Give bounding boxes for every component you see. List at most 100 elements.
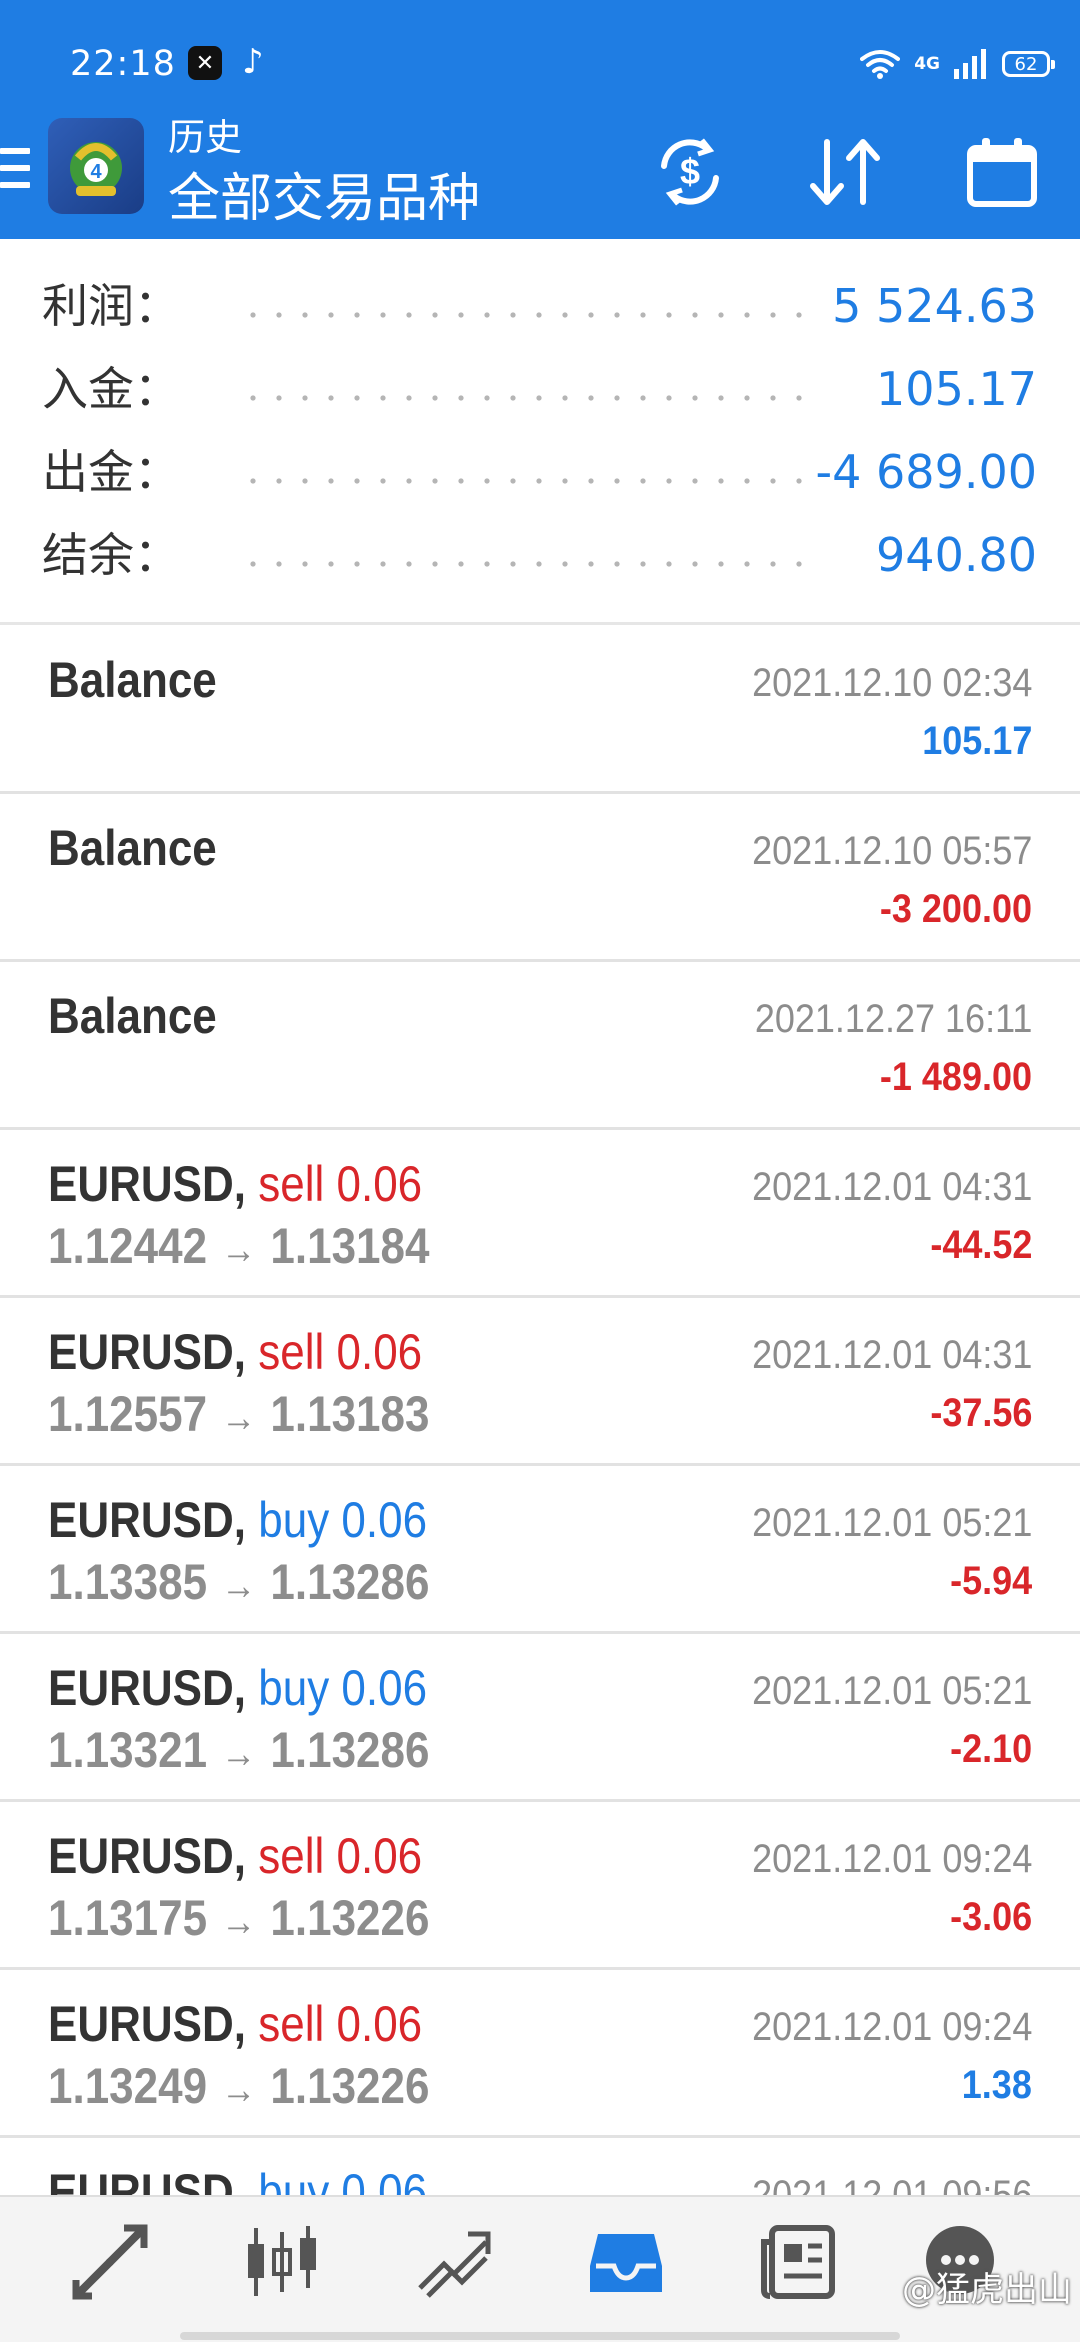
tiktok-notification-icon: ♪ (242, 42, 264, 82)
row-time: 2021.12.10 02:34 (751, 661, 1032, 705)
history-row[interactable]: Balance 2021.12.27 16:11 -1 489.00 (0, 961, 1080, 1130)
row-time: 2021.12.01 05:21 (751, 1669, 1032, 1713)
history-row[interactable]: Balance 2021.12.10 05:57 -3 200.00 (0, 793, 1080, 962)
gesture-bar (180, 2332, 900, 2340)
row-symbol: EURUSD, sell 0.06 (48, 1995, 422, 2053)
history-row[interactable]: EURUSD, sell 0.06 1.13175 → 1.13226 2021.1… (0, 1801, 1080, 1970)
row-price-close: 1.13286 (270, 1554, 430, 1610)
row-symbol: Balance (48, 652, 217, 708)
row-symbol: EURUSD, buy 0.06 (48, 1491, 427, 1549)
row-price-close: 1.13226 (270, 2058, 430, 2114)
row-profit: -3 200.00 (879, 887, 1032, 931)
summary-row-deposit: 入金： 105.17 (0, 354, 1080, 437)
news-icon[interactable] (758, 2222, 838, 2302)
row-profit: -44.52 (929, 1223, 1032, 1267)
history-row[interactable]: EURUSD, sell 0.06 1.12557 → 1.13183 2021.1… (0, 1297, 1080, 1466)
app-titles: 历史 全部交易品种 (168, 118, 480, 234)
row-profit: -5.94 (949, 1559, 1032, 1603)
watermark-text: @猛虎出山 (902, 2270, 1072, 2310)
capcut-notification-icon: ✕ (188, 46, 222, 80)
row-symbol-name: EURUSD, (48, 2164, 247, 2195)
row-symbol: EURUSD, sell 0.06 (48, 1827, 422, 1885)
summary-value: 940.80 (876, 528, 1037, 582)
summary-row-profit: 利润： 5 524.63 (0, 271, 1080, 354)
summary-panel: 利润： 5 524.63 入金： 105.17 出金： -4 689.00 结余… (0, 239, 1080, 625)
arrow-right-icon: → (221, 1900, 257, 1944)
row-symbol: Balance (48, 988, 217, 1044)
row-side: sell 0.06 (258, 1828, 423, 1884)
metatrader-logo: 4 (48, 118, 144, 214)
quotes-icon[interactable] (70, 2222, 150, 2302)
arrow-right-icon: → (221, 1396, 257, 1440)
history-row[interactable]: EURUSD, sell 0.06 1.12442 → 1.13184 2021.1… (0, 1129, 1080, 1298)
row-side: buy 0.06 (258, 1660, 428, 1716)
svg-text:$: $ (680, 151, 700, 192)
wifi-icon (860, 50, 901, 79)
calendar-icon[interactable] (962, 132, 1042, 212)
row-time: 2021.12.27 16:11 (754, 997, 1032, 1041)
page-title[interactable]: 全部交易品种 (168, 164, 480, 234)
row-price-open: 1.13175 (48, 1890, 208, 1946)
summary-value: 5 524.63 (832, 279, 1037, 333)
symbol-filter-icon[interactable]: $ (650, 132, 730, 212)
row-side: buy 0.06 (258, 1492, 428, 1548)
summary-row-balance: 结余： 940.80 (0, 520, 1080, 603)
row-price-open: 1.13385 (48, 1554, 208, 1610)
row-time: 2021.12.01 05:21 (751, 1501, 1032, 1545)
history-row[interactable]: EURUSD, sell 0.06 1.13249 → 1.13226 2021.1… (0, 1969, 1080, 2138)
summary-row-withdrawal: 出金： -4 689.00 (0, 437, 1080, 520)
row-symbol: EURUSD, buy 0.06 (48, 2163, 427, 2195)
row-profit: 1.38 (961, 2063, 1032, 2107)
summary-value: -4 689.00 (815, 445, 1037, 499)
row-profit: -1 489.00 (879, 1055, 1032, 1099)
signal-icon (954, 49, 986, 79)
row-prices: 1.13321 → 1.13286 (48, 1721, 429, 1779)
arrow-right-icon: → (221, 1564, 257, 1608)
summary-dots (240, 560, 820, 568)
sort-icon[interactable] (805, 132, 885, 212)
row-profit: -37.56 (929, 1391, 1032, 1435)
summary-dots (240, 394, 820, 402)
summary-value: 105.17 (876, 362, 1037, 416)
row-side: sell 0.06 (258, 1324, 423, 1380)
row-prices: 1.12442 → 1.13184 (48, 1217, 429, 1275)
app-bar: 4 历史 全部交易品种 $ (0, 118, 1080, 239)
row-symbol-name: EURUSD, (48, 1828, 247, 1884)
row-time: 2021.12.01 09:24 (751, 2005, 1032, 2049)
row-symbol: EURUSD, sell 0.06 (48, 1155, 422, 1213)
status-time: 22:18 (70, 44, 176, 84)
row-symbol: Balance (48, 820, 217, 876)
status-bar: 22:18 ✕ ♪ 4G 62 (0, 0, 1080, 125)
history-row[interactable]: Balance 2021.12.10 02:34 105.17 (0, 625, 1080, 794)
menu-icon[interactable] (0, 148, 30, 194)
app-header: 22:18 ✕ ♪ 4G 62 4 历史 全部交易品种 $ (0, 0, 1080, 239)
row-prices: 1.12557 → 1.13183 (48, 1385, 429, 1443)
arrow-right-icon: → (221, 2068, 257, 2112)
svg-text:4: 4 (90, 161, 102, 183)
history-row[interactable]: EURUSD, buy 0.06 2021.12.01 09:56 (0, 2137, 1080, 2195)
trade-icon[interactable] (414, 2222, 494, 2302)
row-price-close: 1.13286 (270, 1722, 430, 1778)
history-row[interactable]: EURUSD, buy 0.06 1.13321 → 1.13286 2021.12… (0, 1633, 1080, 1802)
row-side: sell 0.06 (258, 1996, 423, 2052)
row-symbol-name: EURUSD, (48, 1156, 247, 1212)
chart-icon[interactable] (242, 2222, 322, 2302)
page-subtitle: 历史 (168, 116, 242, 159)
row-profit: 105.17 (921, 719, 1032, 763)
arrow-right-icon: → (221, 1732, 257, 1776)
row-price-open: 1.12557 (48, 1386, 208, 1442)
network-type: 4G (914, 54, 940, 74)
history-icon[interactable] (586, 2222, 666, 2302)
row-symbol: EURUSD, sell 0.06 (48, 1323, 422, 1381)
row-price-close: 1.13184 (270, 1218, 430, 1274)
history-list[interactable]: Balance 2021.12.10 02:34 105.17 Balance … (0, 625, 1080, 2195)
history-row[interactable]: EURUSD, buy 0.06 1.13385 → 1.13286 2021.12… (0, 1465, 1080, 1634)
row-prices: 1.13175 → 1.13226 (48, 1889, 429, 1947)
row-profit: -3.06 (949, 1895, 1032, 1939)
row-side: buy 0.06 (258, 2164, 428, 2195)
row-price-open: 1.12442 (48, 1218, 208, 1274)
summary-dots (240, 311, 820, 319)
row-time: 2021.12.01 09:56 (751, 2173, 1032, 2195)
row-symbol-name: EURUSD, (48, 1996, 247, 2052)
row-prices: 1.13385 → 1.13286 (48, 1553, 429, 1611)
